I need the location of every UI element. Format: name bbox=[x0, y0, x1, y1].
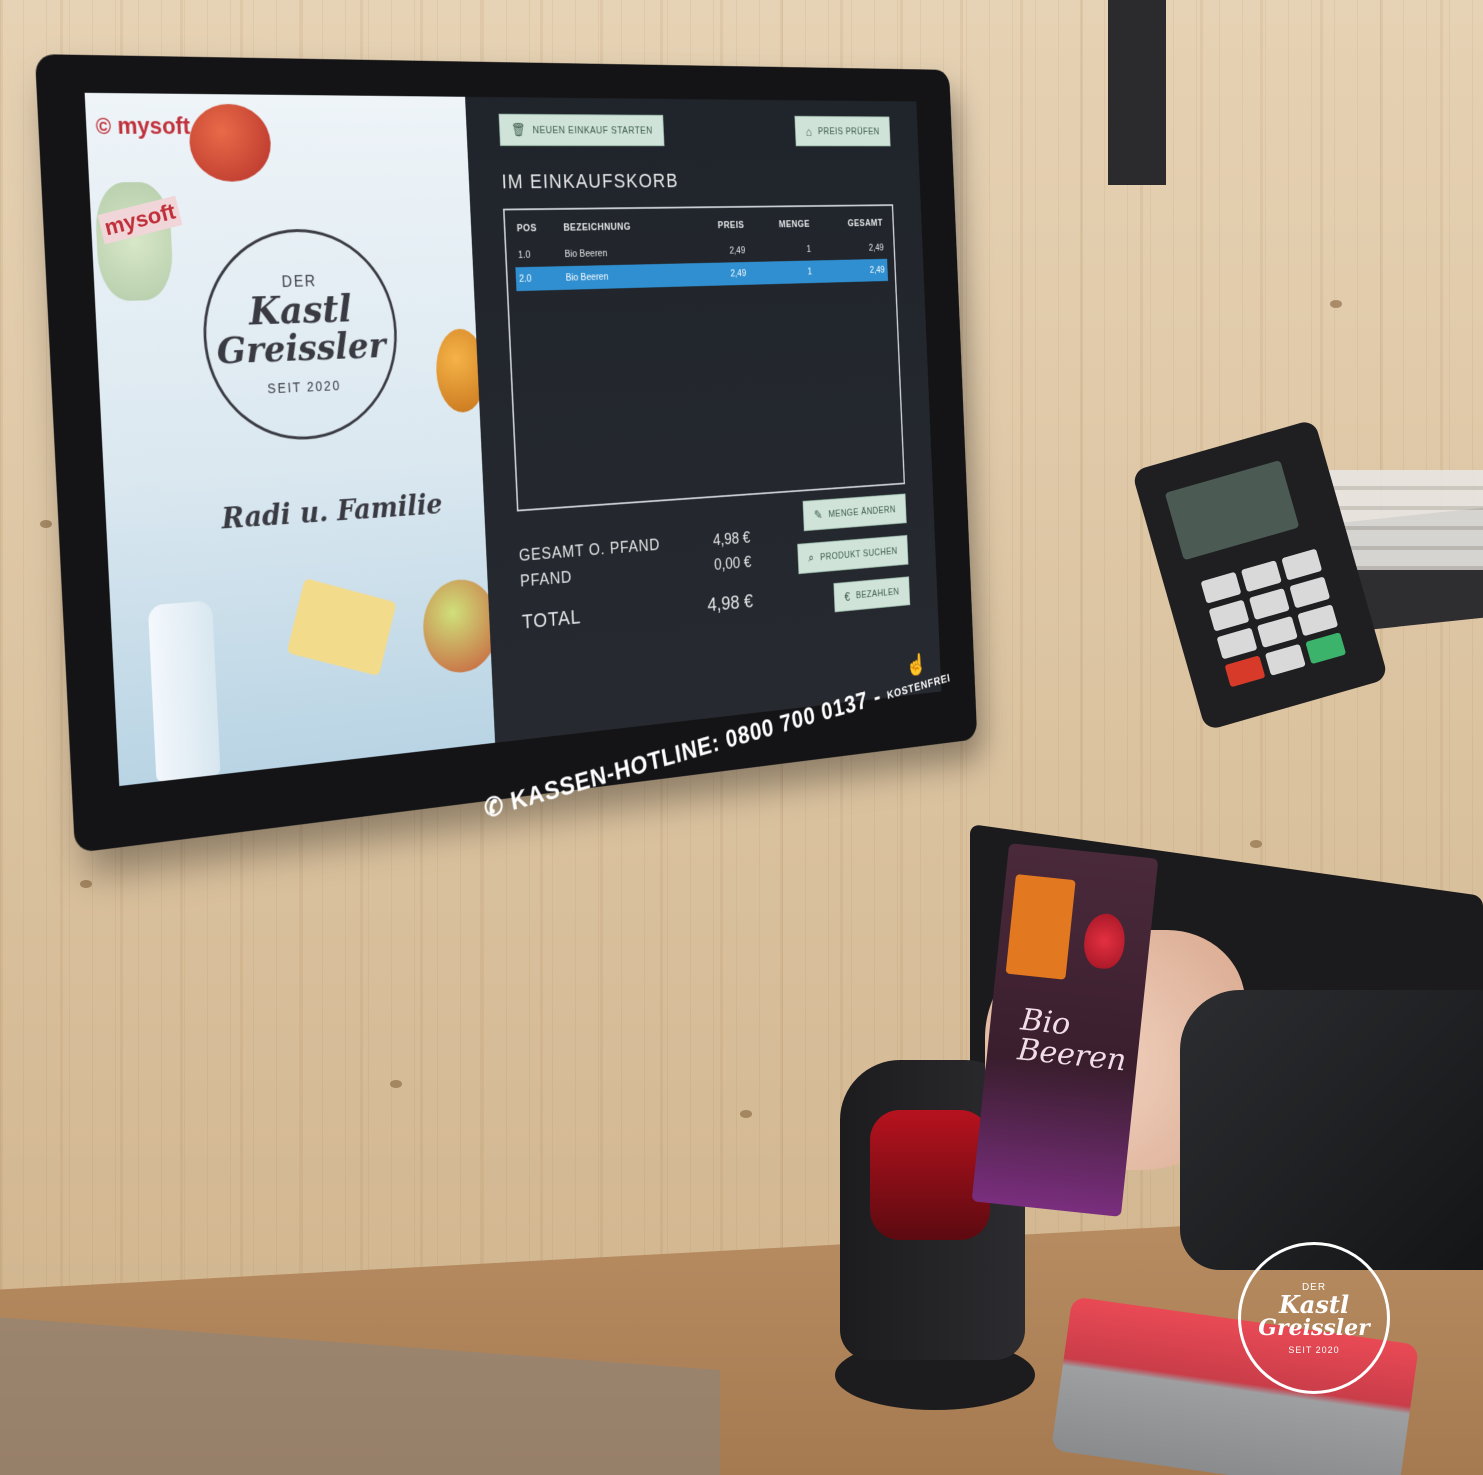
row-name: Bio Beeren bbox=[561, 263, 693, 290]
search-product-button[interactable]: ⌕ PRODUKT SUCHEN bbox=[796, 534, 909, 575]
col-menge: MENGE bbox=[778, 219, 811, 230]
badge-greissler: Greissler bbox=[215, 323, 387, 373]
total-value: 4,98 € bbox=[707, 589, 754, 616]
pfand-value: 0,00 € bbox=[713, 552, 752, 574]
pos-top-bar: 🗑 NEUEN EINKAUF STARTEN ⌂ PREIS PRÜFEN bbox=[498, 113, 891, 147]
search-icon: ⌕ bbox=[808, 550, 815, 565]
pos-screen: © mysoft DER Kastl Greissler SEIT 2020 R… bbox=[84, 92, 942, 787]
row-qty: 1 bbox=[748, 260, 816, 285]
pos-panel: 🗑 NEUEN EINKAUF STARTEN ⌂ PREIS PRÜFEN I… bbox=[465, 96, 942, 743]
price-check-label: PREIS PRÜFEN bbox=[817, 125, 880, 137]
change-quantity-button[interactable]: ✎ MENGE ÄNDERN bbox=[802, 493, 907, 532]
kastl-greissler-badge: DER Kastl Greissler SEIT 2020 bbox=[198, 227, 402, 445]
row-pos: 1.0 bbox=[517, 249, 531, 261]
card-terminal-screen bbox=[1164, 460, 1300, 561]
tag-icon: ⌂ bbox=[805, 124, 813, 139]
leather-jacket-sleeve bbox=[1180, 990, 1483, 1270]
pay-label: BEZAHLEN bbox=[855, 586, 900, 601]
wood-knot bbox=[390, 1080, 402, 1088]
price-check-button[interactable]: ⌂ PREIS PRÜFEN bbox=[794, 115, 891, 147]
col-preis: PREIS bbox=[717, 219, 745, 231]
hotline-suffix: KOSTENFREI bbox=[886, 670, 952, 702]
row-pos: 2.0 bbox=[515, 266, 564, 292]
monitor-wall-bracket bbox=[1108, 0, 1166, 185]
watermark-kastl: Kastl bbox=[1278, 1289, 1350, 1319]
badge-seit: SEIT 2020 bbox=[267, 377, 342, 397]
cash-icon: € bbox=[844, 589, 851, 604]
watermark-greissler: Greissler bbox=[1258, 1314, 1370, 1341]
action-buttons: ✎ MENGE ÄNDERN ⌕ PRODUKT SUCHEN € BEZAHL… bbox=[795, 493, 911, 616]
scanner-window bbox=[870, 1110, 990, 1240]
wood-knot bbox=[1250, 840, 1262, 848]
col-pos: POS bbox=[516, 222, 537, 235]
trash-icon: 🗑 bbox=[511, 122, 527, 137]
basket-table: POS BEZEICHNUNG PREIS MENGE GESAMT 1.0 B… bbox=[513, 213, 889, 292]
row-qty: 1 bbox=[806, 244, 812, 255]
tomato-illustration bbox=[187, 103, 273, 182]
wood-knot bbox=[1330, 300, 1342, 308]
watermark-seit: SEIT 2020 bbox=[1288, 1344, 1340, 1355]
col-bezeichnung: BEZEICHNUNG bbox=[563, 221, 632, 234]
basket-title: IM EINKAUFSKORB bbox=[501, 169, 680, 193]
wood-knot bbox=[80, 880, 92, 888]
row-price: 2,49 bbox=[729, 245, 746, 257]
row-total: 2,49 bbox=[868, 242, 885, 254]
phone-icon: ✆ bbox=[481, 789, 507, 824]
promo-tagline: Radi u. Familie bbox=[220, 487, 444, 537]
col-gesamt: GESAMT bbox=[847, 217, 883, 229]
promo-panel: © mysoft DER Kastl Greissler SEIT 2020 R… bbox=[84, 92, 500, 787]
wood-knot bbox=[740, 1110, 752, 1118]
pos-monitor: © mysoft DER Kastl Greissler SEIT 2020 R… bbox=[34, 54, 978, 854]
total-label: TOTAL bbox=[521, 605, 582, 634]
search-product-label: PRODUKT SUCHEN bbox=[819, 545, 898, 563]
mysoft-logo: © mysoft bbox=[95, 113, 191, 141]
change-quantity-label: MENGE ÄNDERN bbox=[828, 504, 896, 520]
wood-knot bbox=[40, 520, 52, 528]
pay-button[interactable]: € BEZAHLEN bbox=[833, 576, 911, 613]
card-terminal-keypad[interactable] bbox=[1200, 548, 1347, 688]
strawberry-illustration bbox=[1081, 911, 1128, 971]
edit-icon: ✎ bbox=[813, 507, 823, 522]
product-brand-tag bbox=[1005, 874, 1076, 980]
cheese-illustration bbox=[286, 578, 397, 677]
milk-bottle-illustration bbox=[147, 600, 221, 782]
new-purchase-label: NEUEN EINKAUF STARTEN bbox=[532, 124, 653, 136]
row-price: 2,49 bbox=[691, 261, 750, 287]
basket-table-box: POS BEZEICHNUNG PREIS MENGE GESAMT 1.0 B… bbox=[502, 204, 906, 512]
new-purchase-button[interactable]: 🗑 NEUEN EINKAUF STARTEN bbox=[498, 113, 665, 147]
product-name: Bio Beeren bbox=[1015, 1002, 1128, 1079]
mysoft-brand-text: mysoft bbox=[116, 112, 191, 140]
mysoft-icon: © bbox=[95, 113, 112, 139]
row-total: 2,49 bbox=[814, 258, 889, 283]
row-name: Bio Beeren bbox=[564, 248, 608, 260]
watermark-logo: DER Kastl Greissler SEIT 2020 bbox=[1238, 1242, 1390, 1394]
